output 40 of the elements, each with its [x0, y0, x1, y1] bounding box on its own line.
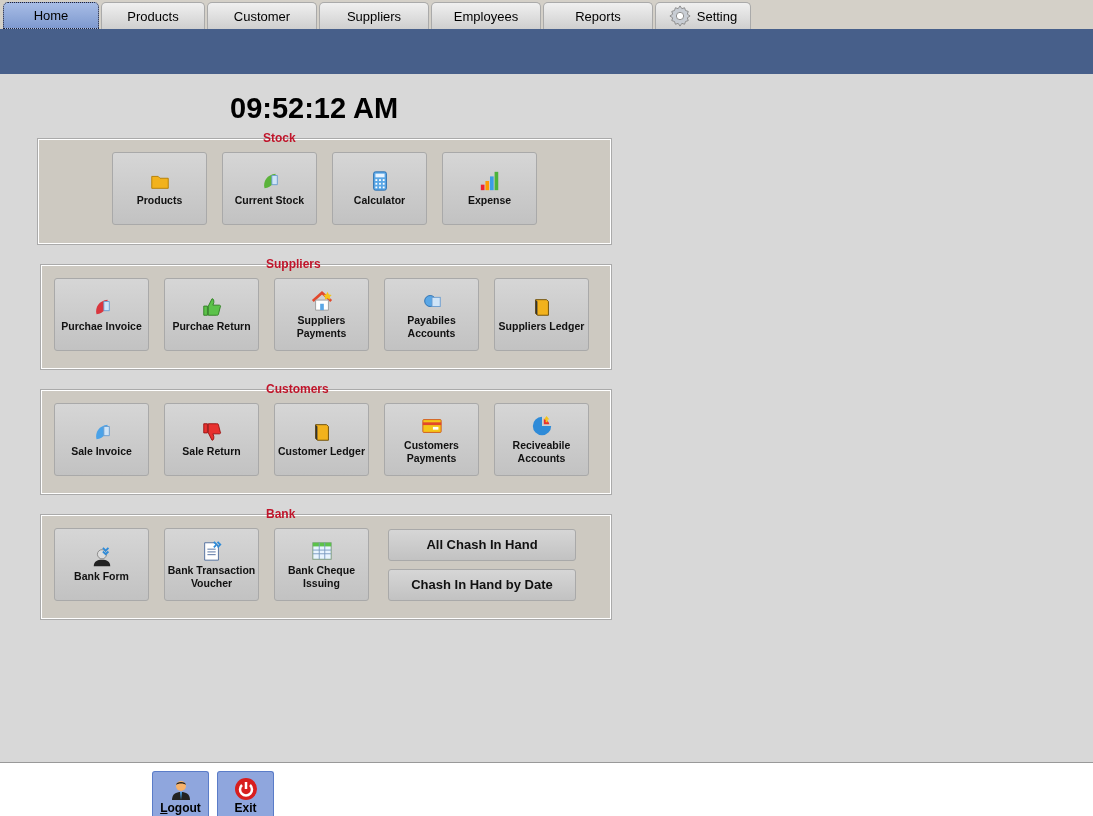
- tab[interactable]: Suppliers: [319, 2, 429, 29]
- pie-chart-icon: [530, 414, 553, 437]
- house-icon: [310, 289, 333, 312]
- tile-button[interactable]: Bank Transaction Voucher: [164, 528, 259, 601]
- tab[interactable]: Products: [101, 2, 205, 29]
- tile-button[interactable]: Payabiles Accounts: [384, 278, 479, 351]
- tile-button[interactable]: Customer Ledger: [274, 403, 369, 476]
- thumbs-up-icon: [200, 296, 223, 318]
- tile-button[interactable]: Current Stock: [222, 152, 317, 225]
- tile-button[interactable]: Bank Form: [54, 528, 149, 601]
- tile-button[interactable]: Expense: [442, 152, 537, 225]
- tab[interactable]: Reports: [543, 2, 653, 29]
- tile-button[interactable]: Sale Invoice: [54, 403, 149, 476]
- table-icon: [310, 539, 333, 562]
- tab[interactable]: Home: [3, 2, 99, 29]
- tile-button[interactable]: Reciveabile Accounts: [494, 403, 589, 476]
- wide-button[interactable]: All Chash In Hand: [388, 528, 576, 561]
- tile-button[interactable]: Calculator: [332, 152, 427, 225]
- power-icon: [233, 777, 258, 801]
- clock-time: 09:52:12 AM: [230, 92, 400, 126]
- tile-button[interactable]: Customers Payments: [384, 403, 479, 476]
- tile-button[interactable]: Bank Cheque Issuing: [274, 528, 369, 601]
- tab[interactable]: Customer: [207, 2, 317, 29]
- section-title: Bank: [266, 508, 296, 521]
- tile-button[interactable]: Purchae Invoice: [54, 278, 149, 351]
- wide-button[interactable]: Chash In Hand by Date: [388, 568, 576, 601]
- tab[interactable]: Employees: [431, 2, 541, 29]
- footer-button[interactable]: Logout: [152, 771, 209, 816]
- section-title: Suppliers: [266, 258, 321, 271]
- section-title: Stock: [263, 132, 296, 145]
- tile-button[interactable]: Suppliers Payments: [274, 278, 369, 351]
- tile-button[interactable]: Products: [112, 152, 207, 225]
- tab[interactable]: Setting: [655, 2, 751, 29]
- tile-button[interactable]: Purchae Return: [164, 278, 259, 351]
- thumbs-down-icon: [200, 421, 223, 443]
- tile-button[interactable]: Suppliers Ledger: [494, 278, 589, 351]
- footer-button[interactable]: Exit: [217, 771, 274, 816]
- section-title: Customers: [266, 383, 329, 396]
- tile-button[interactable]: Sale Return: [164, 403, 259, 476]
- bar-chart-icon: [478, 170, 501, 192]
